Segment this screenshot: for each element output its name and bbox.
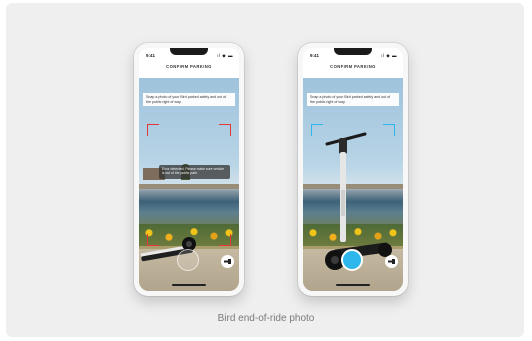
frame-corner-top-left: [147, 124, 159, 136]
instruction-banner: Snap a photo of your Bird parked safely …: [143, 93, 235, 106]
shutter-button[interactable]: [177, 249, 199, 271]
instruction-banner: Snap a photo of your Bird parked safely …: [307, 93, 399, 106]
home-indicator: [336, 284, 370, 286]
phone-screen: 9:41 ıl ◆ ▬ CONFIRM PARKING Snap a photo…: [303, 48, 403, 291]
flashlight-icon: [224, 259, 231, 264]
flashlight-button[interactable]: [221, 255, 234, 268]
flashlight-button[interactable]: [385, 255, 398, 268]
status-time: 9:41: [310, 53, 320, 58]
status-icons: ıl ◆ ▬: [381, 53, 397, 58]
page-title: CONFIRM PARKING: [330, 64, 376, 69]
phone-notch: [334, 48, 372, 55]
home-indicator: [172, 284, 206, 286]
rocks: [139, 184, 239, 189]
shutter-button[interactable]: [341, 249, 363, 271]
phone-screen: 9:41 ıl ◆ ▬ CONFIRM PARKING Snap a photo…: [139, 48, 239, 291]
page-title: CONFIRM PARKING: [166, 64, 212, 69]
status-time: 9:41: [146, 53, 156, 58]
frame-corner-top-right: [219, 124, 231, 136]
phone-error-state: 9:41 ıl ◆ ▬ CONFIRM PARKING Snap a photo…: [134, 43, 244, 296]
showcase-card: [6, 3, 524, 337]
error-toast: Error detected. Please make sure vehicle…: [159, 165, 230, 179]
frame-corner-top-right: [383, 124, 395, 136]
status-icons: ıl ◆ ▬: [217, 53, 233, 58]
frame-corner-bottom-left: [147, 234, 159, 246]
phone-success-state: 9:41 ıl ◆ ▬ CONFIRM PARKING Snap a photo…: [298, 43, 408, 296]
frame-corner-top-left: [311, 124, 323, 136]
image-caption: Bird end-of-ride photo: [217, 313, 315, 324]
phone-notch: [170, 48, 208, 55]
flashlight-icon: [388, 259, 395, 264]
frame-corner-bottom-right: [219, 234, 231, 246]
